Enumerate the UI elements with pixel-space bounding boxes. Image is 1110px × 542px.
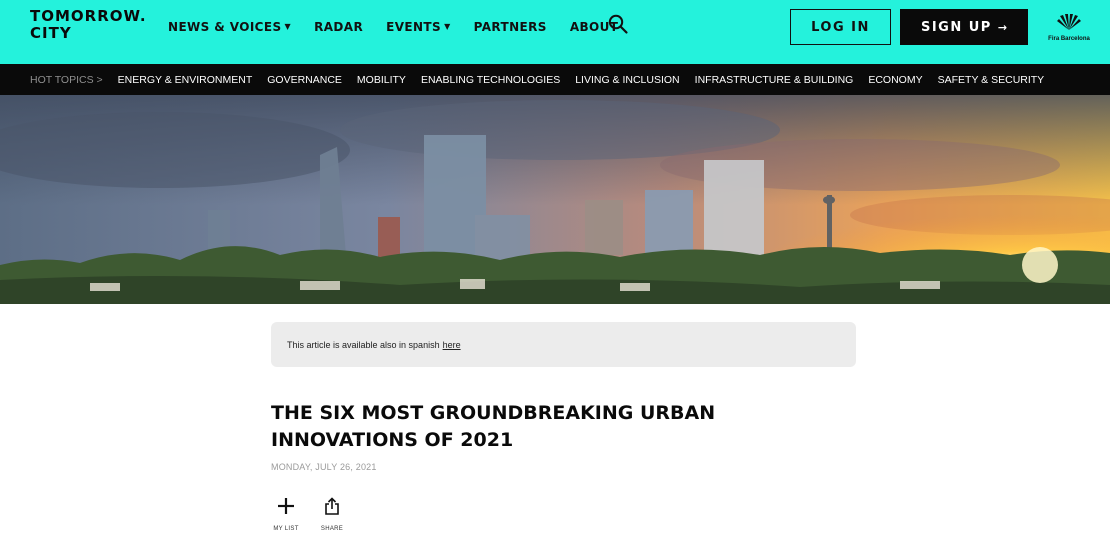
topic-infrastructure-building[interactable]: INFRASTRUCTURE & BUILDING [695,74,854,86]
nav-item-news-voices[interactable]: NEWS & VOICES ▼ [168,20,291,34]
nav-item-label: EVENTS [386,20,442,34]
notice-text: This article is available also in spanis… [287,339,440,350]
hot-topics-bar: HOT TOPICS > ENERGY & ENVIRONMENT GOVERN… [0,64,1110,95]
search-button[interactable] [607,13,629,35]
topic-mobility[interactable]: MOBILITY [357,74,406,86]
topic-enabling-technologies[interactable]: ENABLING TECHNOLOGIES [421,74,560,86]
login-label: LOG IN [811,19,870,35]
my-list-label: MY LIST [273,526,299,532]
fira-logo-text: Fira Barcelona [1048,36,1090,42]
nav-item-label: NEWS & VOICES [168,20,282,34]
signup-button[interactable]: SIGN UP → [900,9,1028,45]
main-nav: NEWS & VOICES ▼ RADAR EVENTS ▼ PARTNERS AB… [168,0,641,54]
article-title: THE SIX MOST GROUNDBREAKING URBAN INNOVA… [271,402,716,451]
chevron-down-icon: ▼ [284,22,292,31]
spanish-version-link[interactable]: here [443,340,461,350]
share-icon [325,497,339,515]
spanish-version-notice: This article is available also in spanis… [271,322,856,367]
login-button[interactable]: LOG IN [790,9,891,45]
add-to-my-list-button[interactable]: MY LIST [271,497,301,532]
nav-item-radar[interactable]: RADAR [314,20,363,34]
nav-item-events[interactable]: EVENTS ▼ [386,20,451,34]
logo-line-2: CITY [30,24,72,42]
fira-barcelona-logo[interactable]: Fira Barcelona [1046,14,1092,42]
hot-topics-label: HOT TOPICS > [30,73,103,86]
share-label: SHARE [320,526,344,532]
topic-safety-security[interactable]: SAFETY & SECURITY [938,74,1045,86]
nav-item-partners[interactable]: PARTNERS [474,20,547,34]
plus-icon [278,498,294,514]
nav-item-label: PARTNERS [473,20,547,34]
nav-item-label: RADAR [314,20,364,34]
site-logo[interactable]: TOMORROW. CITY [30,8,150,42]
share-button[interactable]: SHARE [316,497,348,532]
logo-line-1: TOMORROW. [30,7,147,25]
fira-logo-icon [1057,14,1081,30]
arrow-right-icon: → [997,20,1008,34]
top-navigation-bar: TOMORROW. CITY NEWS & VOICES ▼ RADAR EVEN… [0,0,1110,64]
search-icon [608,14,628,34]
hero-image [0,95,1110,304]
article-date: MONDAY, JULY 26, 2021 [271,462,377,472]
topic-living-inclusion[interactable]: LIVING & INCLUSION [575,74,679,86]
topic-economy[interactable]: ECONOMY [868,74,922,86]
chevron-down-icon: ▼ [444,22,451,31]
topic-energy-environment[interactable]: ENERGY & ENVIRONMENT [118,74,253,86]
topic-governance[interactable]: GOVERNANCE [267,74,342,86]
signup-label: SIGN UP [920,19,992,35]
